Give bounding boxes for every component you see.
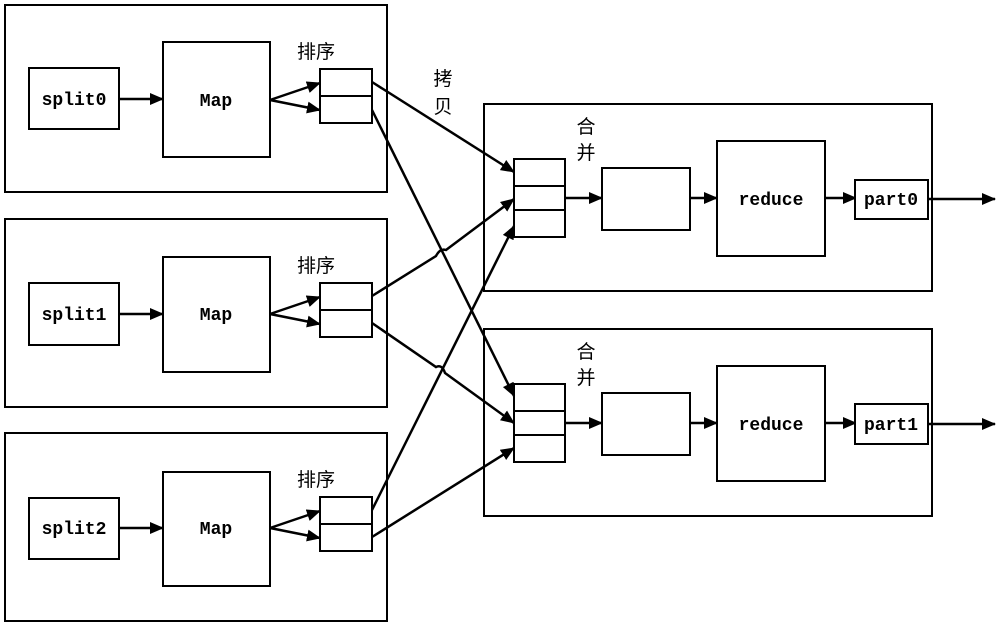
merge-slot-2 [513, 209, 566, 238]
map-to-sort-arrow-bottom [269, 312, 321, 328]
copy-arrow-map2-part1 [371, 446, 515, 539]
output-label: part1 [864, 416, 918, 436]
sort-partition-1 [319, 95, 373, 124]
merge-label-line2: 并 [576, 367, 595, 389]
merge-buffer [513, 158, 566, 238]
intermediate-box [601, 167, 691, 231]
sort-partition-1 [319, 309, 373, 338]
reduce-task-1: 合 并 reduce part1 [483, 328, 996, 517]
merge-slot-1 [513, 185, 566, 211]
sort-buffer [319, 496, 373, 552]
map-to-sort-arrow-bottom [269, 526, 321, 542]
split-label: split1 [42, 306, 107, 326]
sort-buffer [319, 282, 373, 338]
merge-label-line1: 合 [576, 341, 595, 363]
output-label: part0 [864, 191, 918, 211]
shuffle-connections [370, 80, 516, 539]
merge-buffer [513, 383, 566, 463]
map-label: Map [200, 520, 232, 540]
merge-slot-0 [513, 383, 566, 412]
reduce-label: reduce [739, 191, 804, 211]
map-task-2: split2 Map 排序 [4, 432, 388, 622]
copy-arrow-map1-part1 [371, 321, 515, 425]
reduce-label: reduce [739, 416, 804, 436]
split-label: split2 [42, 520, 107, 540]
map-task-1: split1 Map 排序 [4, 218, 388, 408]
map-to-sort-arrow-top [269, 295, 321, 316]
reduce-task-0: 合 并 reduce part0 [483, 103, 996, 292]
copy-label-line1: 拷 [433, 68, 452, 90]
copy-label-line2: 贝 [433, 96, 452, 118]
copy-arrow-map0-part1 [370, 109, 516, 397]
merge-label-line1: 合 [576, 116, 595, 138]
sort-label: 排序 [297, 41, 335, 63]
copy-arrow-map1-part0 [371, 198, 515, 298]
sort-partition-0 [319, 282, 373, 311]
map-to-sort-arrow-bottom [269, 98, 321, 114]
merge-slot-2 [513, 434, 566, 463]
sort-buffer [319, 68, 373, 124]
map-label: Map [200, 306, 232, 326]
split-label: split0 [42, 91, 107, 111]
sort-partition-0 [319, 68, 373, 97]
sort-partition-0 [319, 496, 373, 525]
mapreduce-diagram: split0 Map 排序 split1 Map 排序 split2 Map 排… [4, 4, 996, 622]
map-task-0: split0 Map 排序 [4, 4, 388, 193]
merge-label-line2: 并 [576, 142, 595, 164]
merge-slot-1 [513, 410, 566, 436]
sort-partition-1 [319, 523, 373, 552]
merge-slot-0 [513, 158, 566, 187]
sort-label: 排序 [297, 255, 335, 277]
intermediate-box [601, 392, 691, 456]
copy-arrow-map2-part0 [370, 225, 516, 511]
map-to-sort-arrow-top [269, 81, 321, 102]
sort-label: 排序 [297, 469, 335, 491]
map-label: Map [200, 92, 232, 112]
map-to-sort-arrow-top [269, 509, 321, 530]
